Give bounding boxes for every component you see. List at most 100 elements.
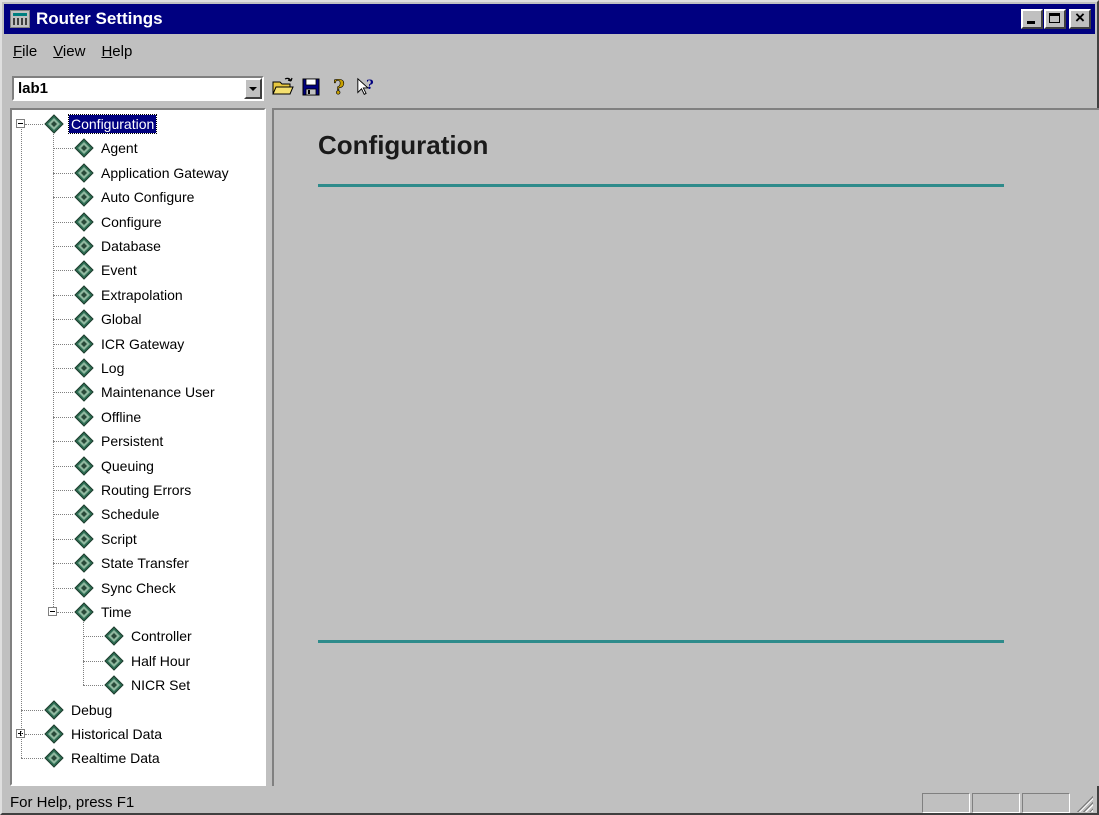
- tree-item-half-hour[interactable]: Half Hour: [104, 649, 192, 673]
- tree-item-controller[interactable]: Controller: [104, 624, 194, 648]
- menu-bar: File View Help: [4, 38, 1095, 64]
- tree-item-label: NICR Set: [131, 677, 191, 694]
- tree-connector-line: [53, 465, 73, 467]
- tree-connector-line: [53, 441, 73, 443]
- tree-connector-line: [53, 563, 73, 565]
- app-icon[interactable]: [10, 10, 30, 28]
- maximize-button[interactable]: [1044, 9, 1066, 29]
- tree-connector-line: [53, 368, 73, 369]
- tree-node-icon: [104, 651, 124, 671]
- tree-item-global[interactable]: Global: [74, 307, 143, 331]
- tree-item-configure[interactable]: Configure: [74, 210, 164, 234]
- tree-item-label: Schedule: [101, 506, 160, 523]
- tree-connector-line: [83, 636, 103, 638]
- tree-item-database[interactable]: Database: [74, 234, 163, 258]
- router-select-combo[interactable]: lab1: [12, 76, 264, 101]
- tree-item-nicr-set[interactable]: NICR Set: [104, 673, 192, 697]
- tree-node-icon: [44, 114, 64, 134]
- tree-node-icon: [74, 407, 94, 427]
- tree-item-label: Configure: [101, 213, 162, 230]
- tree-item-routing-errors[interactable]: Routing Errors: [74, 478, 193, 502]
- tree-item-label: Application Gateway: [101, 164, 229, 181]
- status-panel-2: [972, 793, 1020, 813]
- tree-connector-line: [53, 490, 73, 491]
- toolbar: lab1 ? ?: [4, 70, 1095, 104]
- tree-item-label: Database: [101, 238, 161, 254]
- tree-item-log[interactable]: Log: [74, 356, 126, 380]
- open-button[interactable]: [272, 76, 294, 98]
- tree-connector-line: [53, 416, 73, 418]
- open-folder-icon: [272, 77, 294, 95]
- tree-connector-line: [53, 294, 73, 296]
- menu-file-accel: F: [13, 42, 23, 60]
- tree-item-label: Offline: [101, 408, 142, 425]
- tree-node-icon: [74, 309, 94, 329]
- tree-node-icon: [74, 285, 94, 305]
- tree-connector-line: [83, 685, 103, 687]
- tree-connector-line: [53, 134, 54, 607]
- tree-connector-line: [53, 587, 73, 589]
- tree-item-agent[interactable]: Agent: [74, 136, 140, 160]
- tree-node-icon: [74, 211, 94, 232]
- bottom-rule: [318, 640, 1004, 643]
- tree-item-offline[interactable]: Offline: [74, 405, 143, 429]
- menu-file[interactable]: File: [6, 43, 44, 60]
- close-button[interactable]: ×: [1069, 8, 1091, 29]
- tree-node-icon: [74, 138, 94, 159]
- tree-item-label: Persistent: [101, 433, 164, 450]
- tree-node-icon: [104, 626, 124, 647]
- tree-connector-line: [53, 172, 73, 174]
- tree-connector-line: [83, 660, 103, 662]
- tree-node-icon: [74, 553, 94, 573]
- configuration-collapse-toggle[interactable]: [16, 119, 25, 128]
- tree-item-realtime-data[interactable]: Realtime Data: [44, 746, 162, 770]
- tree-item-icr-gateway[interactable]: ICR Gateway: [74, 332, 186, 356]
- tree-item-event[interactable]: Event: [74, 258, 139, 282]
- settings-tree[interactable]: Configuration Agent Application Gateway Aut…: [10, 108, 266, 786]
- time-collapse-toggle[interactable]: [48, 607, 57, 616]
- tree-item-persistent[interactable]: Persistent: [74, 429, 165, 453]
- tree-item-label: ICR Gateway: [101, 335, 185, 352]
- menu-help[interactable]: Help: [94, 43, 139, 60]
- tree-node-icon: [74, 529, 94, 549]
- minimize-button[interactable]: [1021, 9, 1043, 29]
- tree-connector-line: [25, 734, 43, 735]
- tree-item-debug[interactable]: Debug: [44, 698, 114, 722]
- resize-grip[interactable]: [1075, 794, 1093, 812]
- tree-connector-line: [53, 148, 73, 150]
- tree-connector-line: [53, 538, 73, 540]
- tree-item-historical-data[interactable]: Historical Data: [44, 722, 164, 746]
- window-title: Router Settings: [36, 9, 163, 28]
- page-title: Configuration: [318, 130, 489, 160]
- tree-item-auto-configure[interactable]: Auto Configure: [74, 185, 196, 209]
- tree-node-icon: [74, 187, 94, 207]
- tree-item-extrapolation[interactable]: Extrapolation: [74, 283, 185, 307]
- menu-view[interactable]: View: [46, 43, 92, 60]
- save-button[interactable]: [300, 76, 322, 98]
- chevron-down-icon: [249, 86, 257, 91]
- menu-view-label: iew: [62, 42, 86, 60]
- tree-item-configuration[interactable]: Configuration: [44, 112, 158, 136]
- tree-item-application-gateway[interactable]: Application Gateway: [74, 161, 231, 185]
- svg-text:?: ?: [333, 76, 345, 98]
- status-bar: For Help, press F1: [4, 790, 1095, 814]
- status-panel-3: [1022, 793, 1070, 813]
- help-button[interactable]: ?: [328, 76, 350, 98]
- combo-dropdown-button[interactable]: [244, 78, 262, 99]
- tree-connector-line: [21, 758, 43, 760]
- tree-item-label: Half Hour: [131, 652, 191, 669]
- context-help-button[interactable]: ?: [356, 76, 378, 98]
- tree-connector-line: [57, 612, 73, 613]
- title-bar[interactable]: Router Settings ×: [4, 4, 1095, 34]
- tree-item-sync-check[interactable]: Sync Check: [74, 576, 178, 600]
- tree-item-label: Queuing: [101, 457, 154, 474]
- tree-item-state-transfer[interactable]: State Transfer: [74, 551, 191, 575]
- menu-help-accel: H: [101, 42, 113, 60]
- tree-item-queuing[interactable]: Queuing: [74, 454, 156, 478]
- tree-item-maintenance-user[interactable]: Maintenance User: [74, 380, 217, 404]
- tree-item-script[interactable]: Script: [74, 527, 139, 551]
- router-select-value: lab1: [18, 80, 49, 97]
- tree-item-schedule[interactable]: Schedule: [74, 502, 161, 526]
- close-icon: ×: [1075, 8, 1085, 27]
- tree-item-time[interactable]: Time: [74, 600, 134, 624]
